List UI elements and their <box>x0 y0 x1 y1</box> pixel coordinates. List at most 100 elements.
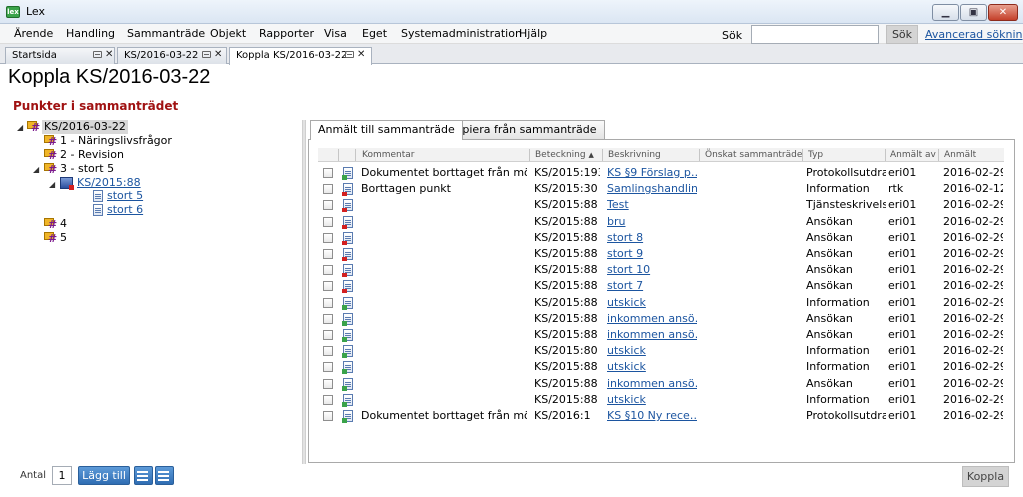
tab-anmalt-till-sammantrade[interactable]: Anmält till sammanträde <box>310 120 463 140</box>
document-icon <box>342 313 353 326</box>
minimize-button[interactable]: ▁ <box>932 4 959 21</box>
list-view-icon[interactable] <box>134 466 153 485</box>
cell-id: KS/2015:88 <box>534 231 598 244</box>
row-checkbox[interactable] <box>323 298 333 308</box>
pane-splitter[interactable] <box>302 120 306 464</box>
row-checkbox[interactable] <box>323 314 333 324</box>
row-checkbox[interactable] <box>323 330 333 340</box>
cell-description-link[interactable]: KS §9 Förslag p… <box>607 166 697 180</box>
menu-eget[interactable]: Eget <box>362 27 387 40</box>
collapse-arrow-icon[interactable]: ◢ <box>33 165 39 174</box>
cell-description-link[interactable]: bru <box>607 215 697 229</box>
cell-type: Information <box>806 393 870 406</box>
menu-sammantrade[interactable]: Sammanträde <box>127 27 205 40</box>
count-input[interactable]: 1 <box>52 466 72 485</box>
tree-node-meeting[interactable]: KS/2016-03-22 <box>42 120 128 134</box>
collapse-arrow-icon[interactable]: ◢ <box>17 123 23 132</box>
menu-arende[interactable]: Ärende <box>14 27 53 40</box>
close-tab-icon[interactable]: ✕ <box>357 49 365 60</box>
cell-description-link[interactable]: utskick <box>607 360 697 374</box>
cell-reported-by: eri01 <box>888 328 917 341</box>
cell-type: Ansökan <box>806 377 853 390</box>
cell-description-link[interactable]: utskick <box>607 344 697 358</box>
cell-description-link[interactable]: stort 9 <box>607 247 697 261</box>
cell-description-link[interactable]: utskick <box>607 296 697 310</box>
row-checkbox[interactable] <box>323 411 333 421</box>
cell-comment <box>361 393 527 407</box>
column-header-typ[interactable]: Typ <box>808 149 823 161</box>
search-button[interactable]: Sök <box>886 25 918 44</box>
row-checkbox[interactable] <box>323 395 333 405</box>
cell-description-link[interactable]: Test <box>607 198 697 212</box>
row-checkbox[interactable] <box>323 233 333 243</box>
tab-startsida[interactable]: Startsida ✕ <box>5 47 115 64</box>
tree-node-point-4[interactable]: 4 <box>60 217 67 231</box>
column-header-beteckning[interactable]: Beteckning ▲ <box>535 149 594 161</box>
column-header-anmalt-av[interactable]: Anmält av <box>890 149 936 161</box>
row-checkbox[interactable] <box>323 249 333 259</box>
row-checkbox[interactable] <box>323 184 333 194</box>
cell-description-link[interactable]: inkommen ansö… <box>607 312 697 326</box>
row-checkbox[interactable] <box>323 281 333 291</box>
menu-rapporter[interactable]: Rapporter <box>259 27 314 40</box>
cell-description-link[interactable]: KS §10 Ny rece… <box>607 409 697 423</box>
cell-description-link[interactable]: inkommen ansö… <box>607 377 697 391</box>
cell-description-link[interactable]: inkommen ansö… <box>607 328 697 342</box>
add-button[interactable]: Lägg till <box>78 466 130 485</box>
row-checkbox[interactable] <box>323 168 333 178</box>
cell-description-link[interactable]: stort 8 <box>607 231 697 245</box>
column-separator <box>699 149 700 161</box>
menu-visa[interactable]: Visa <box>324 27 347 40</box>
close-window-button[interactable]: ✕ <box>988 4 1018 21</box>
connect-button[interactable]: Koppla <box>962 466 1009 487</box>
close-tab-icon[interactable]: ✕ <box>214 49 222 60</box>
cell-description-link[interactable]: stort 10 <box>607 263 697 277</box>
tree-node-point-3[interactable]: 3 - stort 5 <box>60 162 114 176</box>
menu-hjalp[interactable]: Hjälp <box>519 27 547 40</box>
pin-icon[interactable] <box>345 51 354 58</box>
row-checkbox[interactable] <box>323 217 333 227</box>
tree-node-document[interactable]: stort 6 <box>107 203 143 217</box>
cell-reported-date: 2016-02-29 <box>943 328 1003 341</box>
pin-icon[interactable] <box>93 51 102 58</box>
column-header-onskat-sammantrade[interactable]: Önskat sammanträde <box>705 149 802 161</box>
cell-comment: Borttagen punkt <box>361 182 451 195</box>
tree-node-document[interactable]: stort 5 <box>107 189 143 203</box>
column-header-beskrivning[interactable]: Beskrivning <box>608 149 661 161</box>
row-checkbox[interactable] <box>323 379 333 389</box>
collapse-arrow-icon[interactable]: ◢ <box>49 180 55 189</box>
pin-icon[interactable] <box>202 51 211 58</box>
cell-desired-meeting <box>705 182 800 196</box>
tree-node-point-1[interactable]: 1 - Näringslivsfrågor <box>60 134 172 148</box>
row-checkbox[interactable] <box>323 346 333 356</box>
row-checkbox[interactable] <box>323 265 333 275</box>
column-header-kommentar[interactable]: Kommentar <box>362 149 414 161</box>
close-tab-icon[interactable]: ✕ <box>105 49 113 60</box>
tree-node-point-2[interactable]: 2 - Revision <box>60 148 124 162</box>
row-checkbox[interactable] <box>323 362 333 372</box>
tree-node-point-5[interactable]: 5 <box>60 231 67 245</box>
cell-comment <box>361 344 527 358</box>
cell-description-link[interactable]: Samlingshandling <box>607 182 697 196</box>
cell-id: KS/2015:193 <box>534 166 600 179</box>
maximize-button[interactable]: ▣ <box>960 4 987 21</box>
page-title: Koppla KS/2016-03-22 <box>8 66 211 88</box>
menu-handling[interactable]: Handling <box>66 27 115 40</box>
detail-list-icon[interactable] <box>155 466 174 485</box>
tab-kopiera-fran-sammantrade[interactable]: Kopiera från sammanträde <box>441 120 605 139</box>
menu-systemadministration[interactable]: Systemadministration <box>401 27 522 40</box>
cell-description-link[interactable]: utskick <box>607 393 697 407</box>
advanced-search-link[interactable]: Avancerad sökning <box>925 28 1023 41</box>
cell-reported-date: 2016-02-29 <box>943 231 1003 244</box>
column-header-anmalt[interactable]: Anmält <box>944 149 976 161</box>
tab-koppla-ks-2016-03-22[interactable]: Koppla KS/2016-03-22 ✕ <box>229 47 372 65</box>
tree-node-case[interactable]: KS/2015:88 <box>77 176 141 190</box>
row-checkbox[interactable] <box>323 200 333 210</box>
tab-ks-2016-03-22[interactable]: KS/2016-03-22 ✕ <box>117 47 227 64</box>
menu-objekt[interactable]: Objekt <box>210 27 246 40</box>
search-input[interactable] <box>751 25 879 44</box>
cell-reported-by: eri01 <box>888 279 917 292</box>
count-label: Antal <box>20 470 47 481</box>
cell-description-link[interactable]: stort 7 <box>607 279 697 293</box>
window-titlebar: lex Lex ▁ ▣ ✕ <box>0 0 1023 24</box>
